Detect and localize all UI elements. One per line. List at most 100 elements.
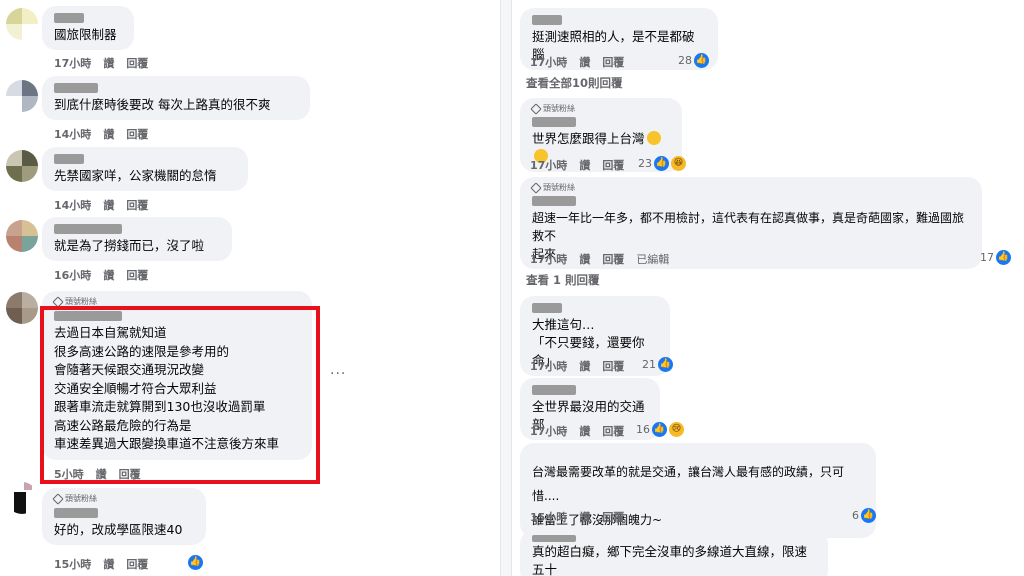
username-redacted[interactable] <box>532 535 576 542</box>
reaction-count: 6 <box>852 509 859 522</box>
comment-meta: 15小時 讚 回覆 <box>530 509 624 525</box>
like-reaction-icon: 👍 <box>861 508 876 523</box>
like-link[interactable]: 讚 <box>579 251 590 267</box>
reaction-count: 16 <box>636 423 650 436</box>
reply-link[interactable]: 回覆 <box>602 509 624 525</box>
timestamp[interactable]: 17小時 <box>530 358 567 374</box>
reply-link[interactable]: 回覆 <box>602 358 624 374</box>
avatar[interactable] <box>6 150 38 182</box>
view-replies-link[interactable]: 查看 1 則回覆 <box>526 272 600 288</box>
right-comment-panel: 挺測速照相的人，是不是都破腦 17小時 讚 回覆 28 👍 查看全部10則回覆 … <box>512 0 1024 576</box>
reaction-count: 23 <box>638 157 652 170</box>
reaction-summary[interactable]: 21 👍 <box>642 357 673 372</box>
comment-line: 世界怎麼跟得上台灣 <box>532 131 645 146</box>
diamond-icon <box>530 103 542 115</box>
top-fan-badge: 頭號粉絲 <box>530 182 970 194</box>
avatar[interactable] <box>6 292 38 324</box>
username-redacted[interactable] <box>54 224 122 234</box>
like-link[interactable]: 讚 <box>579 358 590 374</box>
reply-link[interactable]: 回覆 <box>126 556 148 572</box>
view-replies-link[interactable]: 查看全部10則回覆 <box>526 75 623 91</box>
edited-label: 已編輯 <box>636 253 670 266</box>
username-redacted[interactable] <box>54 154 84 164</box>
reply-link[interactable]: 回覆 <box>602 423 624 439</box>
reply-link[interactable]: 回覆 <box>602 54 624 70</box>
like-link[interactable]: 讚 <box>103 197 114 213</box>
timestamp[interactable]: 17小時 <box>530 251 567 267</box>
comment-meta: 17小時 讚 回覆 <box>54 55 148 71</box>
comment-meta: 17小時 讚 回覆 <box>530 423 624 439</box>
badge-label: 頭號粉絲 <box>65 494 97 503</box>
like-reaction-icon: 👍 <box>694 53 709 68</box>
avatar[interactable] <box>6 482 38 514</box>
comment-bubble: 就是為了撈錢而已，沒了啦 <box>42 217 232 261</box>
reply-link[interactable]: 回覆 <box>126 197 148 213</box>
comment-line: 台灣最需要改革的就是交通，讓台灣人最有感的政績，只可惜.... <box>532 465 845 503</box>
comment-meta: 14小時 讚 回覆 <box>54 197 148 213</box>
like-link[interactable]: 讚 <box>579 423 590 439</box>
reply-link[interactable]: 回覆 <box>126 126 148 142</box>
comment-meta: 17小時 讚 回覆 已編輯 <box>530 251 669 267</box>
reaction-count: 17 <box>980 251 994 264</box>
timestamp[interactable]: 17小時 <box>530 54 567 70</box>
reaction-summary[interactable]: 👍 <box>188 555 203 570</box>
username-redacted[interactable] <box>532 385 576 395</box>
username-redacted[interactable] <box>54 83 98 93</box>
reply-link[interactable]: 回覆 <box>602 251 624 267</box>
reaction-summary[interactable]: 6 👍 <box>852 508 876 523</box>
panel-divider <box>500 0 512 576</box>
timestamp[interactable]: 17小時 <box>530 423 567 439</box>
username-redacted[interactable] <box>532 15 562 25</box>
comment-meta: 17小時 讚 回覆 <box>530 157 624 173</box>
avatar[interactable] <box>6 8 38 40</box>
more-options-icon[interactable]: ··· <box>330 366 346 382</box>
timestamp[interactable]: 14小時 <box>54 126 91 142</box>
like-reaction-icon: 👍 <box>658 357 673 372</box>
username-redacted[interactable] <box>532 117 576 127</box>
comment-text: 真的超白癡，鄉下完全沒車的多線道大直線，限速五十 <box>532 544 808 576</box>
like-link[interactable]: 讚 <box>103 556 114 572</box>
like-reaction-icon: 👍 <box>996 250 1011 265</box>
badge-label: 頭號粉絲 <box>543 104 575 113</box>
comment-meta: 16小時 讚 回覆 <box>54 267 148 283</box>
username-redacted[interactable] <box>54 13 84 23</box>
like-link[interactable]: 讚 <box>579 54 590 70</box>
timestamp[interactable]: 15小時 <box>54 556 91 572</box>
left-comment-panel: 國旅限制器 17小時 讚 回覆 到底什麼時後要改 每次上路真的很不爽 14小時 … <box>0 0 500 576</box>
top-fan-badge: 頭號粉絲 <box>530 103 670 115</box>
timestamp[interactable]: 15小時 <box>530 509 567 525</box>
comment-bubble: 國旅限制器 <box>42 6 134 50</box>
reaction-summary[interactable]: 28 👍 <box>678 53 709 68</box>
timestamp[interactable]: 14小時 <box>54 197 91 213</box>
reaction-count: 28 <box>678 54 692 67</box>
reply-link[interactable]: 回覆 <box>126 267 148 283</box>
comment-text: 先禁國家咩，公家機關的怠惰 <box>54 168 217 183</box>
reaction-summary[interactable]: 16 👍 😢 <box>636 422 684 437</box>
like-link[interactable]: 讚 <box>579 157 590 173</box>
username-redacted[interactable] <box>532 303 562 313</box>
crying-emoji-icon <box>646 131 661 145</box>
timestamp[interactable]: 17小時 <box>54 55 91 71</box>
top-fan-badge: 頭號粉絲 <box>52 493 194 505</box>
reaction-summary[interactable]: 23 👍 😆 <box>638 156 686 171</box>
haha-reaction-icon: 😆 <box>671 156 686 171</box>
reply-link[interactable]: 回覆 <box>602 157 624 173</box>
reaction-summary[interactable]: 17 👍 <box>980 250 1011 265</box>
comment-text: 到底什麼時後要改 每次上路真的很不爽 <box>54 97 271 112</box>
comment-line: 大推這句… <box>532 317 595 332</box>
comment-bubble: 先禁國家咩，公家機關的怠惰 <box>42 147 248 191</box>
reply-link[interactable]: 回覆 <box>126 55 148 71</box>
timestamp[interactable]: 17小時 <box>530 157 567 173</box>
red-highlight-box <box>40 306 320 484</box>
comment-text: 就是為了撈錢而已，沒了啦 <box>54 238 205 253</box>
avatar[interactable] <box>6 220 38 252</box>
avatar[interactable] <box>6 80 38 112</box>
like-link[interactable]: 讚 <box>579 509 590 525</box>
like-link[interactable]: 讚 <box>103 55 114 71</box>
like-link[interactable]: 讚 <box>103 126 114 142</box>
diamond-icon <box>530 182 542 194</box>
username-redacted[interactable] <box>532 196 576 206</box>
username-redacted[interactable] <box>54 508 98 518</box>
timestamp[interactable]: 16小時 <box>54 267 91 283</box>
like-link[interactable]: 讚 <box>103 267 114 283</box>
